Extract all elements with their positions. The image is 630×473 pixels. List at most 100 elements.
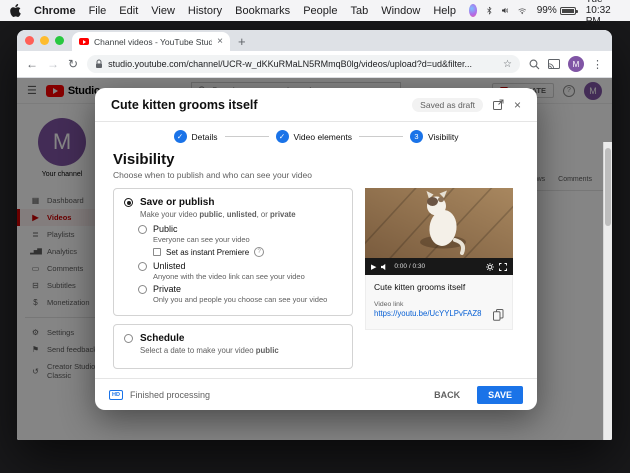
menu-file[interactable]: File [89, 5, 107, 17]
dialog-body: ✓ Details ✓ Video elements 3 Visibility … [95, 122, 537, 378]
browser-tab[interactable]: Channel videos - YouTube Stud... × [72, 32, 230, 51]
step-visibility[interactable]: 3 Visibility [409, 130, 458, 143]
apple-menu[interactable] [10, 4, 21, 17]
forward-button[interactable]: → [47, 57, 59, 71]
menu-app-name[interactable]: Chrome [34, 5, 76, 17]
step-connector [358, 136, 403, 137]
menu-edit[interactable]: Edit [119, 5, 138, 17]
radio-private[interactable] [138, 284, 147, 294]
scrollbar-thumb[interactable] [605, 148, 611, 226]
back-button[interactable]: ← [26, 57, 38, 71]
stepper: ✓ Details ✓ Video elements 3 Visibility [113, 130, 519, 143]
macos-menubar: Chrome File Edit View History Bookmarks … [0, 0, 630, 27]
radio-schedule[interactable] [124, 334, 133, 343]
window-close-button[interactable] [25, 36, 34, 45]
visibility-subheading: Choose when to publish and who can see y… [113, 170, 312, 180]
address-bar[interactable]: studio.youtube.com/channel/UCR-w_dKKuRMa… [87, 55, 520, 73]
unlisted-option[interactable]: Unlisted [138, 261, 342, 271]
battery-icon [559, 6, 578, 15]
kitten-thumbnail [365, 188, 513, 258]
youtube-favicon [79, 38, 89, 45]
menu-window[interactable]: Window [381, 5, 420, 17]
public-desc: Everyone can see your video [153, 235, 250, 244]
schedule-option[interactable]: Schedule [124, 333, 342, 344]
menu-people[interactable]: People [303, 5, 337, 17]
public-option[interactable]: Public [138, 224, 342, 234]
time-display: 0:00 / 0:30 [394, 263, 426, 270]
private-desc: Only you and people you choose can see y… [153, 295, 328, 304]
save-button[interactable]: SAVE [477, 385, 523, 404]
fullscreen-icon[interactable] [499, 262, 507, 271]
tab-title: Channel videos - YouTube Stud... [94, 36, 213, 47]
apple-icon [10, 4, 21, 17]
video-info-card: Cute kitten grooms itself Video link htt… [365, 275, 513, 330]
step-check-icon: ✓ [173, 130, 187, 143]
menubar-clock[interactable]: Tue 10:32 PM [586, 0, 626, 27]
player-settings-icon[interactable] [486, 262, 494, 271]
bookmark-star-icon[interactable]: ☆ [503, 59, 512, 70]
new-tab-button[interactable]: + [230, 34, 254, 51]
siri-icon[interactable] [468, 4, 478, 17]
url-text: studio.youtube.com/channel/UCR-w_dKKuRMa… [108, 59, 473, 69]
private-option[interactable]: Private [138, 284, 342, 294]
save-or-publish-box: Save or publish Make your video public, … [113, 188, 353, 316]
search-icon[interactable] [529, 59, 540, 70]
window-zoom-button[interactable] [55, 36, 64, 45]
premiere-checkbox[interactable] [153, 248, 161, 256]
cast-icon[interactable] [548, 59, 560, 69]
schedule-desc: Select a date to make your video public [140, 346, 279, 355]
video-caption: Cute kitten grooms itself [374, 282, 466, 292]
chrome-menu-icon[interactable]: ⋮ [592, 58, 603, 71]
premiere-checkbox-row[interactable]: Set as instant Premiere ? [153, 247, 342, 257]
close-icon[interactable]: × [514, 98, 521, 112]
player-controls: ▶ 0:00 / 0:30 [365, 258, 513, 275]
battery-percent: 99% [536, 5, 557, 16]
video-frame[interactable] [365, 188, 513, 258]
video-link[interactable]: https://youtu.be/UcYYLPvFAZ8 [374, 309, 489, 318]
play-icon[interactable]: ▶ [371, 263, 376, 271]
chrome-profile-avatar[interactable]: M [568, 56, 584, 72]
step-details[interactable]: ✓ Details [173, 130, 218, 143]
save-or-publish-option[interactable]: Save or publish [124, 197, 342, 208]
volume-icon[interactable] [381, 263, 389, 271]
video-player[interactable]: ▶ 0:00 / 0:30 [365, 188, 513, 275]
browser-toolbar: ← → ↻ studio.youtube.com/channel/UCR-w_d… [17, 51, 612, 78]
dialog-footer: HD Finished processing BACK SAVE [95, 378, 537, 410]
battery-indicator[interactable]: 99% [536, 5, 578, 16]
step-number-icon: 3 [409, 130, 423, 143]
menu-view[interactable]: View [151, 5, 175, 17]
open-in-new-icon[interactable] [492, 99, 504, 110]
schedule-box: Schedule Select a date to make your vide… [113, 324, 353, 369]
chrome-window: Channel videos - YouTube Stud... × + ← →… [17, 30, 612, 440]
hd-icon: HD [109, 389, 123, 400]
visibility-heading: Visibility [113, 151, 175, 168]
volume-icon[interactable] [501, 6, 508, 15]
menu-tab[interactable]: Tab [350, 5, 368, 17]
bluetooth-icon[interactable] [487, 5, 492, 16]
menu-bookmarks[interactable]: Bookmarks [235, 5, 290, 17]
radio-public[interactable] [138, 224, 147, 234]
processing-status: Finished processing [129, 389, 210, 400]
step-connector [224, 136, 269, 137]
reload-button[interactable]: ↻ [68, 57, 78, 71]
upload-dialog: Cute kitten grooms itself Saved as draft… [95, 88, 537, 410]
dialog-header: Cute kitten grooms itself Saved as draft… [95, 88, 537, 122]
wifi-icon[interactable] [518, 6, 527, 16]
radio-save-or-publish[interactable] [124, 198, 133, 207]
tab-close-icon[interactable]: × [217, 36, 223, 47]
radio-unlisted[interactable] [138, 261, 147, 271]
page-viewport: ☰ Studio Search across your channel CREA… [17, 78, 612, 440]
copy-icon[interactable] [493, 309, 504, 321]
menu-help[interactable]: Help [433, 5, 456, 17]
dialog-title: Cute kitten grooms itself [111, 97, 258, 112]
window-minimize-button[interactable] [40, 36, 49, 45]
saved-as-draft-badge: Saved as draft [412, 97, 483, 112]
step-check-icon: ✓ [275, 130, 289, 143]
traffic-lights [25, 30, 72, 51]
lock-icon [96, 59, 103, 68]
step-video-elements[interactable]: ✓ Video elements [275, 130, 352, 143]
menu-history[interactable]: History [188, 5, 222, 17]
premiere-help-icon[interactable]: ? [254, 247, 265, 257]
back-button[interactable]: BACK [424, 386, 470, 404]
page-scrollbar[interactable] [603, 142, 612, 440]
